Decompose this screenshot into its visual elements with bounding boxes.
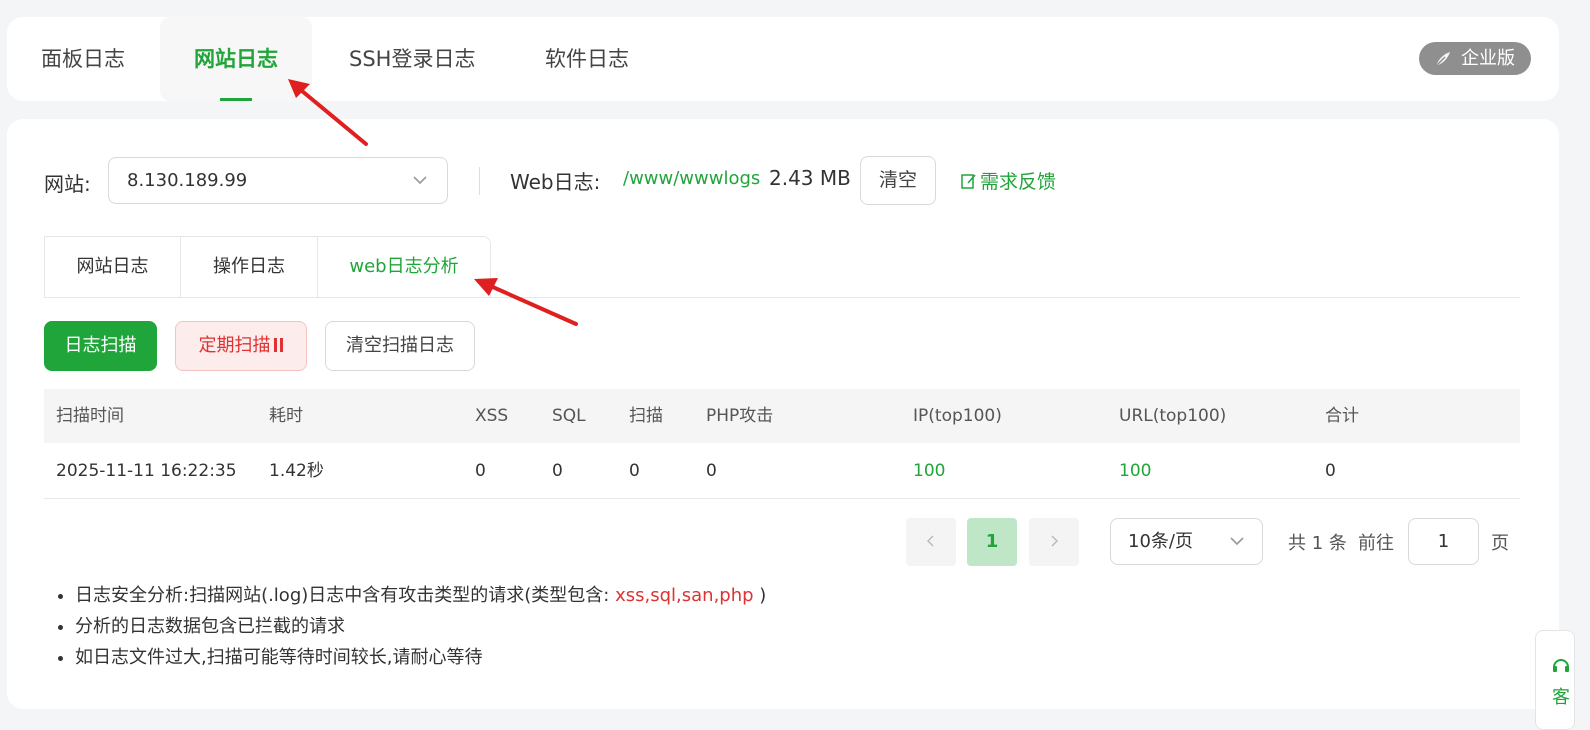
col-url-top100: URL(top100) xyxy=(1119,406,1227,426)
edit-note-icon xyxy=(961,174,976,189)
divider xyxy=(479,167,480,195)
pause-icon xyxy=(273,338,283,352)
goto-page-input[interactable]: 1 xyxy=(1408,518,1479,565)
page-size-select[interactable]: 10条/页 xyxy=(1110,518,1263,565)
note-item: 如日志文件过大,扫描可能等待时间较长,请耐心等待 xyxy=(75,642,766,673)
enterprise-badge[interactable]: 企业版 xyxy=(1419,42,1531,75)
tab-panel-log[interactable]: 面板日志 xyxy=(7,17,159,101)
col-duration: 耗时 xyxy=(269,406,303,426)
col-xss: XSS xyxy=(475,406,509,426)
scan-results-table: 扫描时间 耗时 XSS SQL 扫描 PHP攻击 IP(top100) URL(… xyxy=(44,389,1520,499)
cell-url-top100-link[interactable]: 100 xyxy=(1119,443,1151,499)
note-1-suffix: ) xyxy=(759,585,767,606)
note-1-types: xss,sql,san,php xyxy=(615,585,754,606)
web-log-path-link[interactable]: /www/wwwlogs xyxy=(623,168,760,189)
table-row: 2025-11-11 16:22:35 1.42秒 0 0 0 0 100 10… xyxy=(44,443,1520,499)
cell-duration: 1.42秒 xyxy=(269,461,324,481)
cell-sql: 0 xyxy=(552,461,563,481)
cell-scan: 0 xyxy=(629,461,640,481)
customer-service-label: 客 xyxy=(1552,687,1570,708)
subtab-web-log-analysis[interactable]: web日志分析 xyxy=(317,236,491,298)
cell-scan-time: 2025-11-11 16:22:35 xyxy=(56,461,237,481)
site-select-value: 8.130.189.99 xyxy=(127,170,248,191)
col-total: 合计 xyxy=(1325,406,1359,426)
chevron-down-icon xyxy=(413,176,427,185)
feedback-label: 需求反馈 xyxy=(980,171,1057,193)
log-scan-button[interactable]: 日志扫描 xyxy=(44,321,157,371)
tab-website-log[interactable]: 网站日志 xyxy=(160,17,312,101)
page-size-value: 10条/页 xyxy=(1128,531,1193,552)
cell-ip-top100-link[interactable]: 100 xyxy=(913,443,945,499)
subtab-operation-log[interactable]: 操作日志 xyxy=(180,236,318,298)
note-item: 分析的日志数据包含已拦截的请求 xyxy=(75,611,766,642)
help-notes: 日志安全分析:扫描网站(.log)日志中含有攻击类型的请求(类型包含: xss,… xyxy=(75,580,766,673)
tab-ssh-login-log[interactable]: SSH登录日志 xyxy=(315,17,509,101)
cell-php-attack: 0 xyxy=(706,461,717,481)
headset-icon xyxy=(1553,659,1569,672)
log-category-tabs: 面板日志 网站日志 SSH登录日志 软件日志 企业版 xyxy=(7,17,1559,101)
col-scan-time: 扫描时间 xyxy=(56,406,124,426)
page-number-current[interactable]: 1 xyxy=(967,518,1017,566)
clear-scan-log-button[interactable]: 清空扫描日志 xyxy=(325,321,475,371)
web-log-size: 2.43 MB xyxy=(769,166,851,190)
chevron-right-icon xyxy=(1051,535,1059,547)
customer-service-tab[interactable]: 客 xyxy=(1535,630,1575,730)
clear-log-button[interactable]: 清空 xyxy=(860,156,936,205)
note-item: 日志安全分析:扫描网站(.log)日志中含有攻击类型的请求(类型包含: xss,… xyxy=(75,580,766,611)
goto-label: 前往 xyxy=(1358,533,1394,554)
page-unit-label: 页 xyxy=(1491,533,1509,554)
col-scan: 扫描 xyxy=(629,406,663,426)
web-log-label: Web日志: xyxy=(510,170,601,194)
feedback-link[interactable]: 需求反馈 xyxy=(960,167,1056,194)
chevron-down-icon xyxy=(1230,537,1244,546)
col-ip-top100: IP(top100) xyxy=(913,406,1002,426)
enterprise-label: 企业版 xyxy=(1461,48,1515,69)
enterprise-leaf-icon xyxy=(1435,52,1450,67)
chevron-left-icon xyxy=(926,535,934,547)
table-header: 扫描时间 耗时 XSS SQL 扫描 PHP攻击 IP(top100) URL(… xyxy=(44,389,1520,443)
next-page-button[interactable] xyxy=(1029,518,1079,566)
subtab-underline xyxy=(44,297,1520,298)
col-php-attack: PHP攻击 xyxy=(706,406,774,426)
total-count: 共 1 条 xyxy=(1288,533,1347,554)
subtab-website-log[interactable]: 网站日志 xyxy=(44,236,181,298)
note-1-prefix: 日志安全分析:扫描网站(.log)日志中含有攻击类型的请求(类型包含: xyxy=(75,585,610,606)
periodic-scan-label: 定期扫描 xyxy=(198,335,271,356)
log-content-panel: 网站: 8.130.189.99 Web日志: /www/wwwlogs 2.4… xyxy=(7,119,1559,709)
tab-software-log[interactable]: 软件日志 xyxy=(511,17,663,101)
prev-page-button[interactable] xyxy=(906,518,956,566)
site-select[interactable]: 8.130.189.99 xyxy=(108,157,448,204)
site-label: 网站: xyxy=(44,172,91,196)
cell-xss: 0 xyxy=(475,461,486,481)
col-sql: SQL xyxy=(552,406,586,426)
periodic-scan-button[interactable]: 定期扫描 xyxy=(175,321,307,371)
cell-total: 0 xyxy=(1325,461,1336,481)
